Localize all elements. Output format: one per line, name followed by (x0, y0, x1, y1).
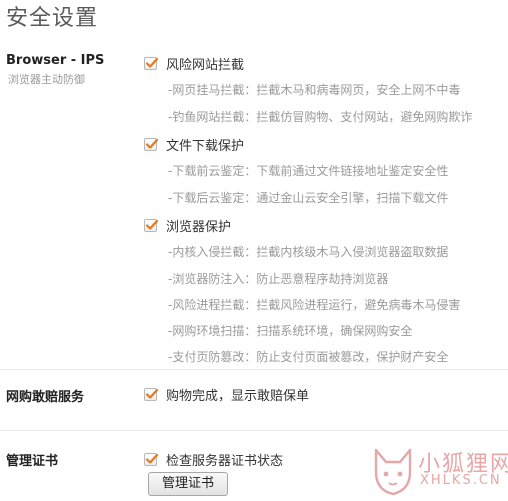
option-label: 检查服务器证书状态 (166, 453, 284, 469)
checkbox-browser-protect[interactable] (144, 218, 159, 232)
section-title-browser-ips: Browser - IPS (6, 53, 105, 68)
section-divider (0, 369, 508, 370)
option-detail: -下载前云鉴定：下载前通过文件链接地址鉴定安全性 (168, 164, 449, 178)
option-detail: -钓鱼网站拦截：拦截仿冒购物、支付网站，避免网购欺诈 (168, 110, 473, 124)
option-risk-site-block[interactable]: 风险网站拦截 (144, 53, 244, 73)
section-subtitle-browser-ips: 浏览器主动防御 (8, 73, 85, 86)
option-browser-protect[interactable]: 浏览器保护 (144, 215, 231, 235)
checkmark-icon (145, 219, 159, 230)
option-detail: -网购环境扫描：扫描系统环境，确保网购安全 (168, 324, 413, 338)
option-detail: -内核入侵拦截：拦截内核级木马入侵浏览器盗取数据 (168, 245, 449, 259)
option-detail: -网页挂马拦截：拦截木马和病毒网页，安全上网不中毒 (168, 83, 461, 97)
checkmark-icon (145, 138, 159, 149)
checkmark-icon (145, 57, 159, 68)
fox-logo-icon (374, 448, 412, 496)
checkbox-check-cert[interactable] (144, 452, 159, 466)
option-label: 浏览器保护 (166, 219, 232, 235)
checkbox-shopping-policy[interactable] (144, 387, 159, 401)
option-detail: -浏览器防注入：防止恶意程序劫持浏览器 (168, 272, 389, 286)
page-title: 安全设置 (6, 6, 99, 31)
watermark: 小狐狸网 XHLKS.CN (370, 440, 508, 498)
section-title-shopping: 网购敢赔服务 (6, 390, 85, 405)
checkbox-download-protect[interactable] (144, 137, 159, 151)
section-title-cert: 管理证书 (6, 454, 59, 469)
option-label: 购物完成，显示敢赔保单 (166, 388, 310, 404)
checkbox-risk-site-block[interactable] (144, 56, 159, 70)
option-detail: -支付页防篡改：防止支付页面被篡改，保护财产安全 (168, 350, 449, 364)
option-detail: -下载后云鉴定：通过金山云安全引擎，扫描下载文件 (168, 191, 449, 205)
option-label: 风险网站拦截 (166, 57, 245, 73)
checkmark-icon (145, 453, 159, 464)
section-divider (0, 430, 508, 431)
checkmark-icon (145, 388, 159, 399)
manage-cert-button[interactable]: 管理证书 (148, 472, 228, 496)
option-label: 文件下载保护 (166, 138, 245, 154)
option-download-protect[interactable]: 文件下载保护 (144, 134, 244, 154)
watermark-text-en: XHLKS.CN (420, 473, 502, 488)
option-check-cert[interactable]: 检查服务器证书状态 (144, 449, 283, 469)
option-detail: -风险进程拦截：拦截风险进程运行，避免病毒木马侵害 (168, 298, 461, 312)
option-shopping-policy[interactable]: 购物完成，显示敢赔保单 (144, 384, 309, 404)
